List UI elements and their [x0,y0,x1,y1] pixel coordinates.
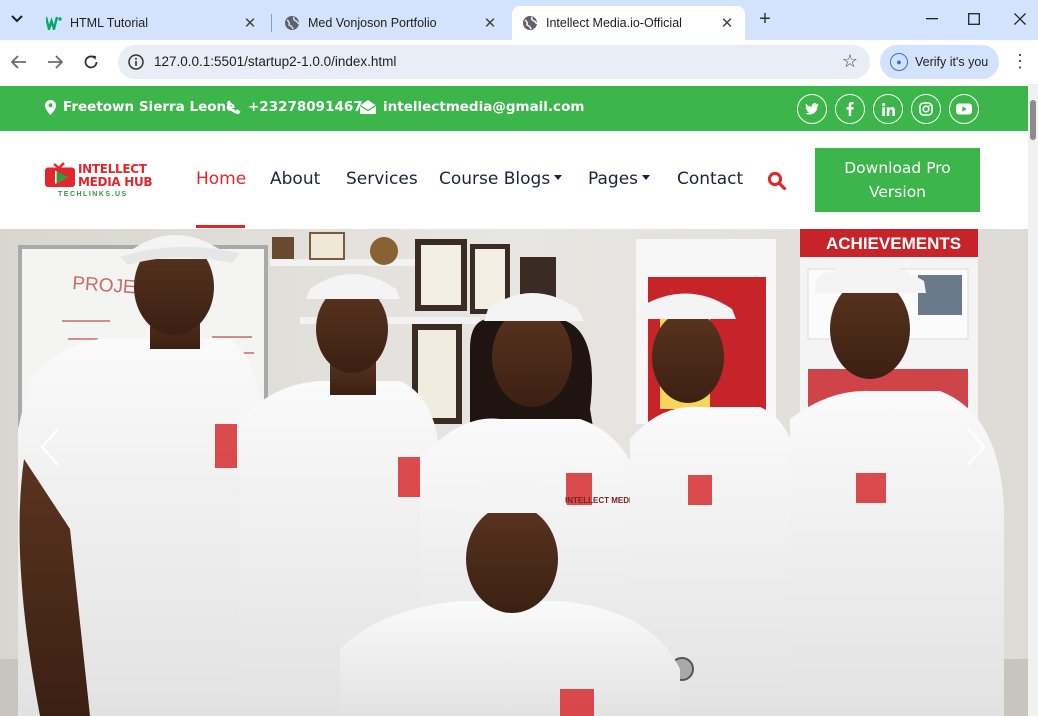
url-text: 127.0.0.1:5501/startup2-1.0.0/index.html [154,54,397,69]
twitter-link[interactable] [797,94,827,124]
nav-pages-label: Pages [588,169,639,189]
new-tab-button[interactable]: + [754,8,776,30]
email-text: intellectmedia@gmail.com [383,99,585,115]
facebook-icon [846,102,854,116]
chevron-down-icon [11,15,23,23]
nav-services[interactable]: Services [346,169,418,189]
tab-intellect-media[interactable]: Intellect Media.io-Official ✕ [512,6,745,40]
browser-tab-strip: HTML Tutorial ✕ Med Vonjoson Portfolio ✕… [0,0,1038,40]
instagram-link[interactable] [911,94,941,124]
globe-icon [522,15,538,31]
map-marker-icon [45,99,56,115]
linkedin-link[interactable] [873,94,903,124]
tab-portfolio[interactable]: Med Vonjoson Portfolio ✕ [274,6,508,40]
person-shield-icon: ● [890,53,908,71]
browser-toolbar: 127.0.0.1:5501/startup2-1.0.0/index.html… [0,40,1038,84]
location-text: Freetown Sierra Leone [63,99,236,115]
nav-course-blogs-label: Course Blogs [439,169,551,189]
carousel-prev-button[interactable] [36,425,64,469]
globe-icon [284,15,300,31]
download-pro-button[interactable]: Download Pro Version [815,148,980,212]
verify-identity-button[interactable]: ● Verify it's you [880,45,999,79]
brand-name-line2: MEDIA HUB [78,175,153,189]
page-viewport: Freetown Sierra Leone +23278091467 intel… [0,84,1038,716]
youtube-link[interactable] [949,94,979,124]
maximize-icon [968,13,980,25]
shirt-print: INTELLECT MEDIA [565,496,637,505]
page-scrollbar[interactable] [1028,84,1038,716]
hero-team-photo: PROJEC ACHIEVEMENTS INTELLECT MEDIA [0,229,1028,716]
linkedin-icon [881,102,895,116]
hero-carousel: PROJEC ACHIEVEMENTS INTELLECT MEDIA [0,229,1028,716]
tab-html-tutorial[interactable]: HTML Tutorial ✕ [36,6,268,40]
forward-button[interactable] [43,50,67,74]
arrow-left-icon [11,55,26,69]
tab-separator [271,14,272,32]
browser-menu-button[interactable]: ⋮ [1010,52,1030,72]
chevron-left-icon [40,428,59,466]
nav-about[interactable]: About [270,169,320,189]
twitter-icon [805,103,819,115]
tab-search-button[interactable] [5,6,29,32]
nav-course-blogs[interactable]: Course Blogs [439,169,563,189]
tv-play-logo-icon [45,162,75,187]
verify-label: Verify it's you [915,55,989,69]
brand-name-line1: INTELLECT [78,162,147,176]
email-info: intellectmedia@gmail.com [360,99,584,115]
tab-title: Med Vonjoson Portfolio [308,16,437,30]
achievements-banner: ACHIEVEMENTS [826,234,961,253]
close-icon[interactable]: ✕ [719,15,735,32]
active-nav-indicator [196,225,245,228]
minimize-icon [926,18,938,20]
phone-info: +23278091467 [226,99,363,115]
close-icon[interactable]: ✕ [242,15,258,32]
bookmark-star-icon[interactable]: ☆ [842,51,858,72]
facebook-link[interactable] [835,94,865,124]
caret-down-icon [554,175,563,180]
back-button[interactable] [7,50,31,74]
instagram-icon [919,102,933,116]
chevron-right-icon [967,428,986,466]
brand-tagline: TECHLINKS.US [58,191,128,198]
minimize-button[interactable] [912,6,952,32]
phone-text: +23278091467 [248,99,363,115]
site-info-icon[interactable] [126,52,146,72]
carousel-next-button[interactable] [962,425,990,469]
address-bar[interactable]: 127.0.0.1:5501/startup2-1.0.0/index.html… [118,45,870,79]
close-icon[interactable]: ✕ [482,15,498,32]
phone-icon [227,100,241,114]
tab-title: Intellect Media.io-Official [546,16,682,30]
caret-down-icon [642,175,651,180]
close-icon [1014,13,1026,25]
w3schools-icon [46,15,62,31]
reload-button[interactable] [79,50,103,74]
close-window-button[interactable] [1000,6,1038,32]
arrow-right-icon [48,55,63,69]
brand-logo[interactable]: INTELLECT MEDIA HUB TECHLINKS.US [44,158,159,200]
search-icon [767,171,787,191]
tab-title: HTML Tutorial [70,16,149,30]
nav-contact[interactable]: Contact [677,169,743,189]
search-button[interactable] [767,171,787,191]
maximize-button[interactable] [954,6,994,32]
location-info: Freetown Sierra Leone [45,99,235,115]
main-navbar: INTELLECT MEDIA HUB TECHLINKS.US Home Ab… [0,131,1028,229]
reload-icon [84,55,98,69]
top-info-bar: Freetown Sierra Leone +23278091467 intel… [0,86,1028,131]
scrollbar-thumb[interactable] [1030,100,1036,140]
nav-pages[interactable]: Pages [588,169,651,189]
nav-home[interactable]: Home [196,169,246,189]
envelope-open-icon [360,100,376,114]
youtube-icon [956,103,972,115]
